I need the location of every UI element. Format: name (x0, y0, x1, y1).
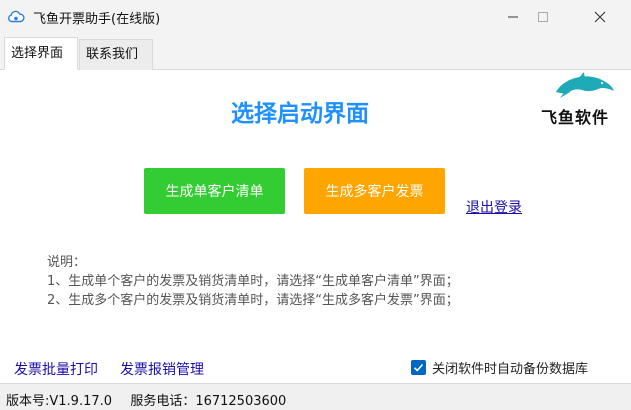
invoice-batch-print-link[interactable]: 发票批量打印 (14, 359, 98, 379)
auto-backup-checkbox[interactable] (411, 360, 426, 375)
checkmark-icon (413, 363, 424, 372)
tab-select-interface[interactable]: 选择界面 (4, 37, 78, 70)
tab-bar: 选择界面 联系我们 (0, 33, 631, 70)
cloud-app-icon (7, 8, 25, 26)
invoice-reimbursement-link[interactable]: 发票报销管理 (120, 359, 204, 379)
main-panel: 飞鱼软件 选择启动界面 生成单客户清单 生成多客户发票 退出登录 说明： 1、生… (0, 70, 631, 383)
instructions: 说明： 1、生成单个客户的发票及销货清单时，请选择“生成单客户清单”界面； 2、… (47, 253, 459, 310)
auto-backup-label: 关闭软件时自动备份数据库 (432, 362, 589, 377)
title-bar: 飞鱼开票助手(在线版) (0, 0, 631, 33)
close-button[interactable] (577, 0, 623, 33)
generate-multi-customer-invoice-button[interactable]: 生成多客户发票 (304, 168, 445, 214)
instructions-title: 说明： (47, 255, 87, 270)
instructions-line-1: 1、生成单个客户的发票及销货清单时，请选择“生成单客户清单”界面； (47, 274, 459, 289)
window-title: 飞鱼开票助手(在线版) (33, 12, 161, 27)
tab-contact-us[interactable]: 联系我们 (79, 39, 153, 70)
version-label: 版本号:V1.9.17.0 (6, 394, 113, 409)
auto-backup-option[interactable]: 关闭软件时自动备份数据库 (411, 358, 588, 377)
page-heading: 选择启动界面 (231, 101, 369, 127)
logout-link[interactable]: 退出登录 (466, 197, 522, 217)
service-phone-label: 服务电话：16712503600 (130, 394, 287, 409)
instructions-line-2: 2、生成多个客户的发票及销货清单时，请选择“生成多客户发票”界面； (47, 293, 459, 308)
maximize-button[interactable] (520, 0, 566, 33)
status-bar: 版本号:V1.9.17.0 服务电话：16712503600 (0, 383, 631, 410)
generate-single-customer-list-button[interactable]: 生成单客户清单 (144, 168, 285, 214)
